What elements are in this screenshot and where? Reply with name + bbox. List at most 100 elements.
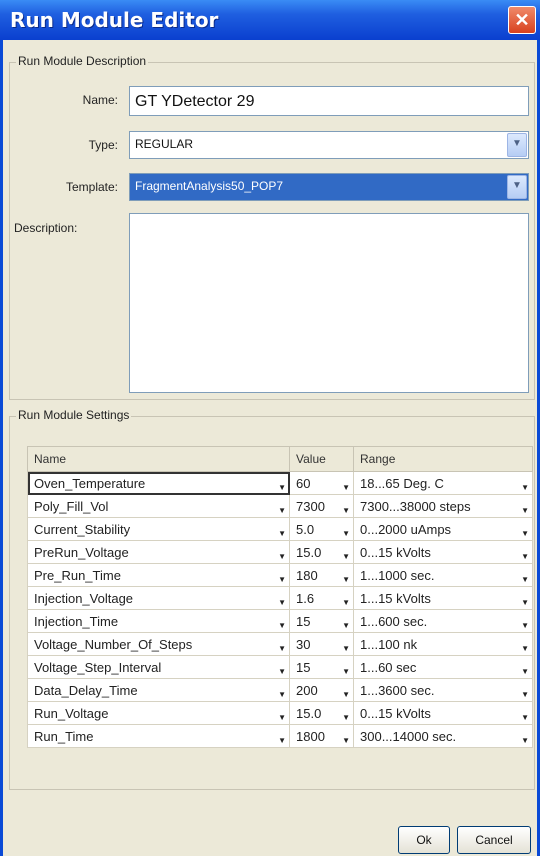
dropdown-arrow-icon[interactable]: ▼	[521, 621, 529, 630]
cell-name-text: Data_Delay_Time	[34, 682, 138, 698]
table-row[interactable]: Pre_Run_Time ▼ 180 ▼ 1...1000 sec. ▼	[27, 563, 533, 587]
cell-range[interactable]: 1...1000 sec. ▼	[353, 563, 533, 587]
dropdown-arrow-icon[interactable]: ▼	[278, 575, 286, 584]
cell-range[interactable]: 1...60 sec ▼	[353, 655, 533, 679]
table-row[interactable]: Run_Voltage ▼ 15.0 ▼ 0...15 kVolts ▼	[27, 701, 533, 725]
dropdown-arrow-icon[interactable]: ▼	[278, 667, 286, 676]
cell-name-text: Voltage_Step_Interval	[34, 659, 162, 675]
cell-name[interactable]: PreRun_Voltage ▼	[27, 540, 290, 564]
table-row[interactable]: Data_Delay_Time ▼ 200 ▼ 1...3600 sec. ▼	[27, 678, 533, 702]
cell-name[interactable]: Pre_Run_Time ▼	[27, 563, 290, 587]
column-header-value[interactable]: Value	[289, 446, 354, 472]
cell-range[interactable]: 0...2000 uAmps ▼	[353, 517, 533, 541]
dropdown-arrow-icon[interactable]: ▼	[342, 736, 350, 745]
template-dropdown-button[interactable]: ▼	[507, 175, 527, 199]
column-header-name[interactable]: Name	[27, 446, 290, 472]
dropdown-arrow-icon[interactable]: ▼	[342, 506, 350, 515]
dropdown-arrow-icon[interactable]: ▼	[278, 644, 286, 653]
table-row[interactable]: Injection_Time ▼ 15 ▼ 1...600 sec. ▼	[27, 609, 533, 633]
type-select[interactable]: REGULAR ▼	[129, 131, 529, 159]
dropdown-arrow-icon[interactable]: ▼	[342, 690, 350, 699]
cancel-button[interactable]: Cancel	[457, 826, 531, 854]
cell-name[interactable]: Run_Time ▼	[27, 724, 290, 748]
dropdown-arrow-icon[interactable]: ▼	[521, 575, 529, 584]
cell-range[interactable]: 1...100 nk ▼	[353, 632, 533, 656]
cell-value[interactable]: 15 ▼	[289, 655, 354, 679]
dropdown-arrow-icon[interactable]: ▼	[342, 598, 350, 607]
dropdown-arrow-icon[interactable]: ▼	[521, 483, 529, 492]
type-dropdown-button[interactable]: ▼	[507, 133, 527, 157]
cell-value[interactable]: 15.0 ▼	[289, 540, 354, 564]
cell-range[interactable]: 7300...38000 steps ▼	[353, 494, 533, 518]
cell-range[interactable]: 300...14000 sec. ▼	[353, 724, 533, 748]
cell-range[interactable]: 18...65 Deg. C ▼	[353, 471, 533, 495]
cell-value[interactable]: 30 ▼	[289, 632, 354, 656]
dropdown-arrow-icon[interactable]: ▼	[521, 506, 529, 515]
dropdown-arrow-icon[interactable]: ▼	[521, 667, 529, 676]
dropdown-arrow-icon[interactable]: ▼	[521, 529, 529, 538]
description-textarea[interactable]	[129, 213, 529, 393]
cell-value[interactable]: 15 ▼	[289, 609, 354, 633]
dropdown-arrow-icon[interactable]: ▼	[342, 575, 350, 584]
dropdown-arrow-icon[interactable]: ▼	[278, 621, 286, 630]
cell-name[interactable]: Oven_Temperature ▼	[27, 471, 290, 495]
column-header-range[interactable]: Range	[353, 446, 533, 472]
dropdown-arrow-icon[interactable]: ▼	[342, 644, 350, 653]
dropdown-arrow-icon[interactable]: ▼	[278, 598, 286, 607]
table-row[interactable]: Injection_Voltage ▼ 1.6 ▼ 1...15 kVolts ▼	[27, 586, 533, 610]
dropdown-arrow-icon[interactable]: ▼	[342, 621, 350, 630]
cell-value[interactable]: 5.0 ▼	[289, 517, 354, 541]
dropdown-arrow-icon[interactable]: ▼	[521, 598, 529, 607]
dropdown-arrow-icon[interactable]: ▼	[342, 483, 350, 492]
dropdown-arrow-icon[interactable]: ▼	[278, 506, 286, 515]
cell-name[interactable]: Run_Voltage ▼	[27, 701, 290, 725]
dropdown-arrow-icon[interactable]: ▼	[342, 713, 350, 722]
cell-name[interactable]: Injection_Voltage ▼	[27, 586, 290, 610]
dropdown-arrow-icon[interactable]: ▼	[278, 690, 286, 699]
dropdown-arrow-icon[interactable]: ▼	[278, 713, 286, 722]
title-bar[interactable]: Run Module Editor ✕	[0, 0, 540, 40]
cell-value[interactable]: 180 ▼	[289, 563, 354, 587]
ok-button[interactable]: Ok	[398, 826, 450, 854]
dropdown-arrow-icon[interactable]: ▼	[342, 529, 350, 538]
dropdown-arrow-icon[interactable]: ▼	[521, 644, 529, 653]
cell-name[interactable]: Voltage_Step_Interval ▼	[27, 655, 290, 679]
dropdown-arrow-icon[interactable]: ▼	[521, 690, 529, 699]
dropdown-arrow-icon[interactable]: ▼	[278, 529, 286, 538]
cell-name[interactable]: Data_Delay_Time ▼	[27, 678, 290, 702]
name-input[interactable]: GT YDetector 29	[129, 86, 529, 116]
table-row[interactable]: Voltage_Step_Interval ▼ 15 ▼ 1...60 sec ▼	[27, 655, 533, 679]
cell-range[interactable]: 0...15 kVolts ▼	[353, 540, 533, 564]
table-row[interactable]: Run_Time ▼ 1800 ▼ 300...14000 sec. ▼	[27, 724, 533, 748]
name-input-value: GT YDetector 29	[135, 93, 255, 110]
cell-value[interactable]: 7300 ▼	[289, 494, 354, 518]
cell-range[interactable]: 1...600 sec. ▼	[353, 609, 533, 633]
close-button[interactable]: ✕	[508, 6, 536, 34]
cell-value[interactable]: 15.0 ▼	[289, 701, 354, 725]
table-row[interactable]: PreRun_Voltage ▼ 15.0 ▼ 0...15 kVolts ▼	[27, 540, 533, 564]
cell-value[interactable]: 1.6 ▼	[289, 586, 354, 610]
dropdown-arrow-icon[interactable]: ▼	[342, 667, 350, 676]
template-select[interactable]: FragmentAnalysis50_POP7 ▼	[129, 173, 529, 201]
cell-name[interactable]: Current_Stability ▼	[27, 517, 290, 541]
cell-range[interactable]: 1...3600 sec. ▼	[353, 678, 533, 702]
dropdown-arrow-icon[interactable]: ▼	[521, 713, 529, 722]
cell-name[interactable]: Poly_Fill_Vol ▼	[27, 494, 290, 518]
dropdown-arrow-icon[interactable]: ▼	[521, 552, 529, 561]
dropdown-arrow-icon[interactable]: ▼	[278, 552, 286, 561]
dropdown-arrow-icon[interactable]: ▼	[342, 552, 350, 561]
cell-value[interactable]: 1800 ▼	[289, 724, 354, 748]
cell-value[interactable]: 60 ▼	[289, 471, 354, 495]
dropdown-arrow-icon[interactable]: ▼	[278, 483, 286, 492]
dropdown-arrow-icon[interactable]: ▼	[278, 736, 286, 745]
table-row[interactable]: Oven_Temperature ▼ 60 ▼ 18...65 Deg. C ▼	[27, 471, 533, 495]
table-row[interactable]: Current_Stability ▼ 5.0 ▼ 0...2000 uAmps ▼	[27, 517, 533, 541]
cell-name[interactable]: Injection_Time ▼	[27, 609, 290, 633]
dropdown-arrow-icon[interactable]: ▼	[521, 736, 529, 745]
cell-value[interactable]: 200 ▼	[289, 678, 354, 702]
cell-name[interactable]: Voltage_Number_Of_Steps ▼	[27, 632, 290, 656]
cell-range[interactable]: 0...15 kVolts ▼	[353, 701, 533, 725]
cell-range[interactable]: 1...15 kVolts ▼	[353, 586, 533, 610]
table-row[interactable]: Poly_Fill_Vol ▼ 7300 ▼ 7300...38000 steps ▼	[27, 494, 533, 518]
table-row[interactable]: Voltage_Number_Of_Steps ▼ 30 ▼ 1...100 nk ▼	[27, 632, 533, 656]
